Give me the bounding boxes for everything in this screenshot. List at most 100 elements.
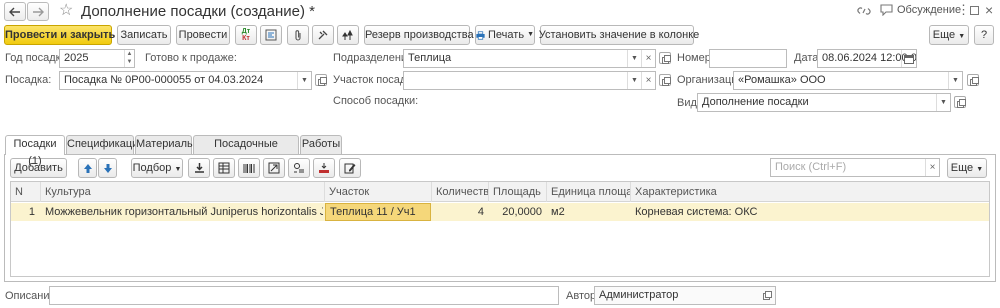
kind-dropdown-icon[interactable]: ▼ [936,94,950,111]
move-up-button[interactable] [78,158,97,178]
maximize-icon[interactable] [970,6,979,15]
more-label: Еще [932,29,956,41]
discussion-button[interactable]: Обсуждение [880,4,961,16]
move-down-button[interactable] [98,158,117,178]
table-more-button[interactable]: Еще ▼ [947,158,987,178]
pencil-icon [344,163,356,174]
plants-button[interactable] [337,25,359,45]
link-icon[interactable] [857,5,871,20]
column-header-culture[interactable]: Культура [41,182,325,202]
cell-plot[interactable]: Теплица 11 / Уч1 [325,203,431,221]
settings-list-button[interactable] [288,158,310,178]
edit-button[interactable] [339,158,361,178]
arrow-left-icon [9,7,20,16]
pick-label: Подбор [132,162,172,174]
division-open-icon[interactable] [659,52,671,64]
tools-button[interactable] [312,25,334,45]
table-header: N Культура Участок Количество Площадь Ед… [11,182,989,202]
reserve-label: Резерв производства [365,29,474,41]
help-button[interactable]: ? [974,25,994,45]
description-field[interactable] [49,286,559,305]
column-header-quantity[interactable]: Количество [432,182,489,202]
cell-characteristic[interactable]: Корневая система: ОКС [635,203,985,221]
post-button[interactable]: Провести [176,25,230,45]
search-clear-icon[interactable]: × [925,159,939,176]
more-vertical-icon[interactable]: ⋮ [957,2,970,18]
grid-icon [218,162,230,174]
grid-button[interactable] [213,158,235,178]
author-field: Администратор [594,286,776,305]
tab-plantings[interactable]: Посадки (1) [5,135,65,167]
year-field[interactable]: 2025 ▲ ▼ [59,49,135,68]
arrow-down-icon [103,163,112,173]
favorite-star-icon[interactable]: ☆ [59,2,73,20]
arrow-up-icon [83,163,92,173]
tab-specifications[interactable]: Спецификации [66,135,144,154]
pick-button[interactable]: Подбор ▼ [131,158,183,178]
date-field[interactable]: 08.06.2024 12:00:00 [817,49,917,68]
cell-area[interactable]: 20,0000 [489,203,542,221]
structure-button[interactable] [260,25,282,45]
cell-quantity[interactable]: 4 [432,203,484,221]
plot-open-icon[interactable] [659,74,671,86]
planting-field[interactable]: Посадка № 0Р00-000055 от 04.03.2024 ▼ [59,71,312,90]
save-button[interactable]: Записать [117,25,171,45]
table-row[interactable]: 1 Можжевельник горизонтальный Juniperus … [11,203,989,221]
tab-works[interactable]: Работы [300,135,342,154]
column-header-area[interactable]: Площадь [489,182,547,202]
plot-field[interactable]: ▼ × [403,71,656,90]
tab-materials[interactable]: Материалы [135,135,195,154]
print-button[interactable]: Печать ▼ [475,25,535,45]
chat-icon [880,4,893,16]
expand-icon [268,162,280,174]
reserve-production-button[interactable]: Резерв производства ▼ [364,25,487,45]
set-value-in-column-button[interactable]: Установить значение в колонке [539,25,699,45]
back-button[interactable] [4,2,26,21]
search-placeholder: Поиск (Ctrl+F) [775,161,847,173]
year-spin-buttons[interactable]: ▲ ▼ [124,50,134,67]
attach-button[interactable] [287,25,309,45]
tab-planting-materials[interactable]: Посадочные материалы [193,135,299,167]
plot-clear-icon[interactable]: × [641,72,655,89]
dt-kt-icon: Дт Кт [241,28,251,42]
cell-culture[interactable]: Можжевельник горизонтальный Juniperus ho… [45,203,323,221]
more-button[interactable]: Еще ▼ [929,25,969,45]
column-header-n[interactable]: N [11,182,41,202]
column-header-area-unit[interactable]: Единица площади [547,182,631,202]
planting-dropdown-icon[interactable]: ▼ [297,72,311,89]
ready-for-sale-label: Готово к продаже: [145,52,237,64]
number-field[interactable] [709,49,787,68]
plot-dropdown-icon[interactable]: ▼ [627,72,641,89]
column-header-characteristic[interactable]: Характеристика [631,182,989,202]
structure-icon [265,29,277,41]
calendar-icon[interactable] [901,50,916,67]
kind-value: Дополнение посадки [702,96,809,108]
forward-button[interactable] [27,2,49,21]
division-field[interactable]: Теплица ▼ × [403,49,656,68]
cell-n: 1 [28,206,35,218]
expand-button[interactable] [263,158,285,178]
organization-value: «Ромашка» ООО [738,74,826,86]
organization-dropdown-icon[interactable]: ▼ [948,72,962,89]
division-clear-icon[interactable]: × [641,50,655,67]
fill-icon [319,163,329,173]
dt-kt-button[interactable]: Дт Кт [235,25,257,45]
download-button[interactable] [188,158,210,178]
division-dropdown-icon[interactable]: ▼ [627,50,641,67]
planting-open-icon[interactable] [315,74,327,86]
organization-field[interactable]: «Ромашка» ООО ▼ [733,71,963,90]
printer-icon [476,30,485,40]
column-header-plot[interactable]: Участок [325,182,432,202]
close-icon[interactable]: × [985,1,993,19]
search-input[interactable]: Поиск (Ctrl+F) × [770,158,940,177]
fill-down-button[interactable] [313,158,335,178]
post-and-close-button[interactable]: Провести и закрыть [4,25,115,45]
barcode-button[interactable] [238,158,260,178]
kind-open-icon[interactable] [954,96,966,108]
author-open-icon[interactable] [761,289,773,301]
organization-open-icon[interactable] [967,74,979,86]
cell-area-unit[interactable]: м2 [551,203,629,221]
planting-value: Посадка № 0Р00-000055 от 04.03.2024 [64,74,264,86]
plants-icon [342,29,353,40]
kind-field[interactable]: Дополнение посадки ▼ [697,93,951,112]
